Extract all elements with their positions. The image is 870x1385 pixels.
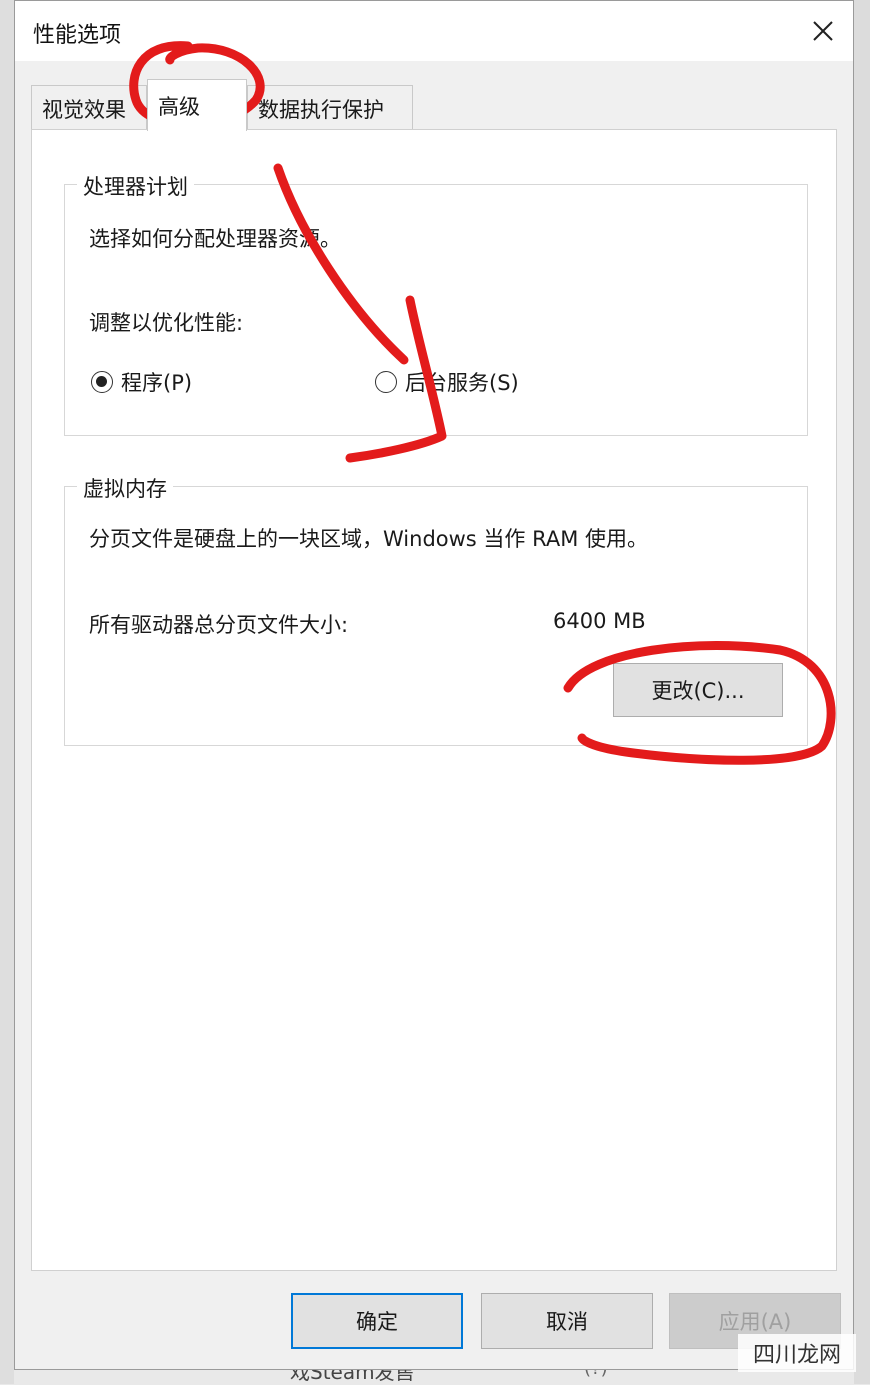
dialog-title: 性能选项 [33, 23, 122, 48]
watermark: 四川龙网 [738, 1334, 856, 1372]
virtual-memory-description: 分页文件是硬盘上的一块区域，Windows 当作 RAM 使用。 [89, 527, 648, 551]
close-icon [813, 21, 833, 41]
processor-description: 选择如何分配处理器资源。 [89, 227, 341, 251]
radio-programs[interactable] [91, 371, 113, 393]
cancel-button[interactable]: 取消 [481, 1293, 653, 1349]
background-window-left [0, 0, 14, 1384]
performance-options-dialog: 性能选项 视觉效果 高级 数据执行保护 处理器计划 选择如何分配处理器资源。 调… [14, 0, 854, 1370]
adjust-performance-label: 调整以优化性能: [89, 311, 244, 335]
tab-data-execution-prevention[interactable]: 数据执行保护 [247, 85, 413, 129]
processor-group-title: 处理器计划 [77, 171, 194, 201]
radio-background-services[interactable] [375, 371, 397, 393]
radio-programs-label[interactable]: 程序(P) [121, 367, 192, 397]
virtual-memory-group-title: 虚拟内存 [77, 473, 173, 503]
change-button[interactable]: 更改(C)... [613, 663, 783, 717]
tab-advanced[interactable]: 高级 [147, 79, 247, 131]
total-paging-size-label: 所有驱动器总分页文件大小: [89, 613, 349, 637]
tab-visual-effects[interactable]: 视觉效果 [31, 85, 147, 129]
virtual-memory-group: 虚拟内存 分页文件是硬盘上的一块区域，Windows 当作 RAM 使用。 所有… [64, 473, 808, 746]
background-window-right [854, 0, 870, 1384]
ok-button[interactable]: 确定 [291, 1293, 463, 1349]
close-button[interactable] [799, 7, 847, 55]
processor-scheduling-group: 处理器计划 选择如何分配处理器资源。 调整以优化性能: 程序(P) 后台服务(S… [64, 171, 808, 436]
title-bar: 性能选项 [15, 1, 853, 61]
tab-panel-advanced: 处理器计划 选择如何分配处理器资源。 调整以优化性能: 程序(P) 后台服务(S… [31, 129, 837, 1271]
radio-background-services-label[interactable]: 后台服务(S) [405, 367, 519, 397]
total-paging-size-value: 6400 MB [553, 609, 646, 633]
